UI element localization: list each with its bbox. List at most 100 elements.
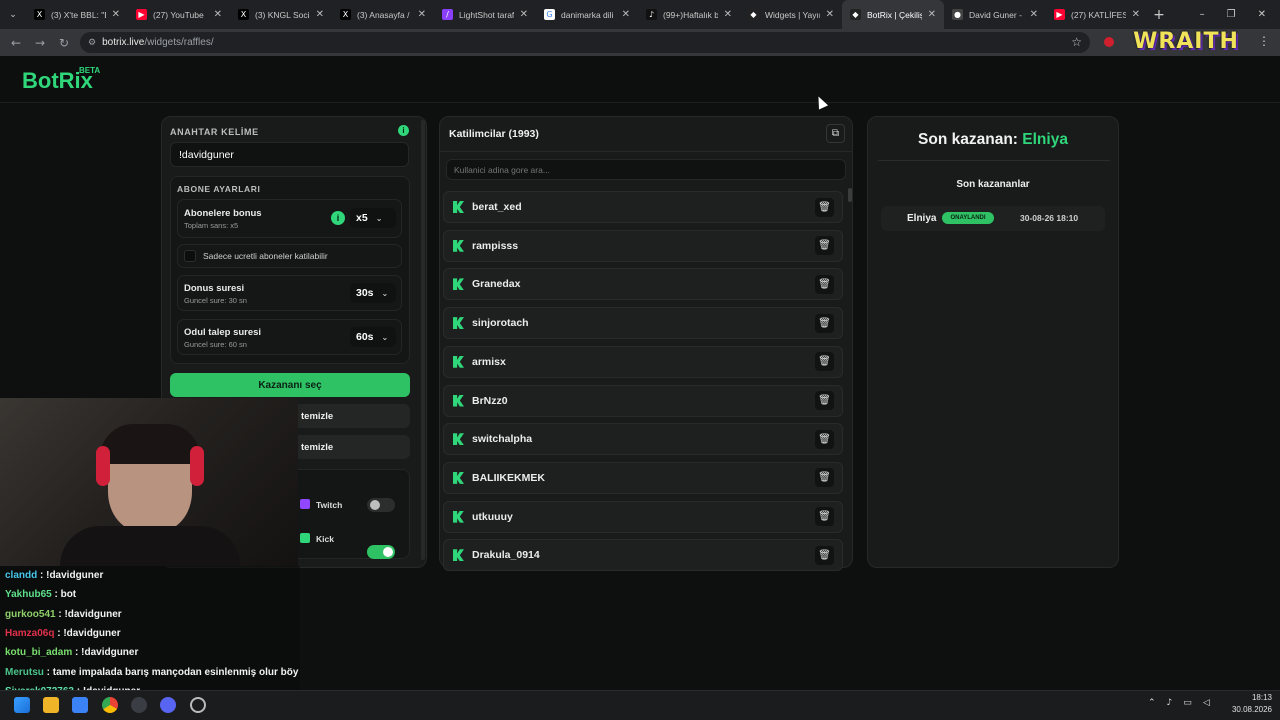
new-tab-button[interactable]: + <box>1148 7 1170 23</box>
trash-icon[interactable]: 🗑 <box>815 352 834 372</box>
steam-icon[interactable] <box>190 697 206 713</box>
sub-bonus-info-icon[interactable]: i <box>331 211 345 225</box>
participant-name: sinjorotach <box>472 317 529 330</box>
site-info-icon[interactable]: ⚙ <box>88 38 96 48</box>
winner-entry-name: Elniya <box>907 213 937 224</box>
microphone-icon[interactable]: ♪ <box>1167 698 1173 708</box>
chat-username: Yakhub65 <box>5 589 52 601</box>
chat-message: clandd : !davidguner <box>5 570 103 581</box>
tab-close-icon[interactable]: ✕ <box>1132 9 1140 20</box>
tab-close-icon[interactable]: ✕ <box>724 9 732 20</box>
browser-tab[interactable]: ● David Guner - ✕ <box>944 0 1046 29</box>
store-icon[interactable] <box>72 697 88 713</box>
back-icon[interactable]: ← <box>6 36 26 50</box>
url-path: /widgets/raffles/ <box>144 37 214 48</box>
trash-icon[interactable]: 🗑 <box>815 545 834 565</box>
trash-icon[interactable]: 🗑 <box>815 274 834 294</box>
claim-duration-value: 60s <box>356 331 374 343</box>
bookmark-star-icon[interactable]: ☆ <box>1071 35 1082 49</box>
participant-scrollbar[interactable] <box>848 188 852 202</box>
browser-tab-label: (27) YouTube <box>153 9 204 20</box>
maximize-icon[interactable]: ❐ <box>1227 9 1236 20</box>
tab-close-icon[interactable]: ✕ <box>112 9 120 20</box>
trash-icon[interactable]: 🗑 <box>815 236 834 256</box>
browser-tab[interactable]: / LightShot taraf ✕ <box>434 0 536 29</box>
close-window-icon[interactable]: ✕ <box>1258 9 1266 20</box>
tray-chevron-up-icon[interactable]: ⌃ <box>1148 698 1156 708</box>
webcam-overlay <box>0 398 298 566</box>
browser-tab[interactable]: X (3) KNGL Social ✕ <box>230 0 332 29</box>
chrome-icon[interactable] <box>102 697 118 713</box>
browser-tab[interactable]: Gdanimarka dili ✕ <box>536 0 638 29</box>
kick-icon <box>453 201 464 213</box>
tab-close-icon[interactable]: ✕ <box>826 9 834 20</box>
headset-left <box>96 446 110 486</box>
chat-text: : !davidguner <box>54 627 121 639</box>
clock-time[interactable]: 18:13 <box>1232 693 1272 702</box>
network-icon[interactable]: ▭ <box>1183 698 1192 708</box>
trash-icon[interactable]: 🗑 <box>815 391 834 410</box>
kick-icon <box>453 433 464 446</box>
kick-icon <box>453 355 464 368</box>
keyword-info-icon[interactable]: i <box>398 125 409 136</box>
browser-menu-icon[interactable]: ⋮ <box>1258 34 1270 48</box>
tab-close-icon[interactable]: ✕ <box>418 9 426 20</box>
browser-tab[interactable]: ◆ BotRix | Çekiliş ✕ <box>842 0 944 29</box>
feather-icon: / <box>442 9 453 20</box>
chat-text: : !davidguner <box>55 608 122 620</box>
kick-toggle[interactable] <box>367 545 395 559</box>
forward-icon[interactable]: → <box>30 36 50 50</box>
browser-tab[interactable]: ▶ (27) YouTube ✕ <box>128 0 230 29</box>
participant-row: utkuuuy 🗑 <box>443 500 843 533</box>
spin-duration-subtitle: Guncel sure: 30 sn <box>184 296 247 305</box>
sub-bonus-subtitle: Toplam sans: x5 <box>184 221 239 230</box>
file-explorer-icon[interactable] <box>43 697 59 713</box>
streamer-body <box>60 526 240 566</box>
url-input[interactable]: ⚙ botrix.live/widgets/raffles/ ☆ <box>80 32 1090 53</box>
claim-duration-dropdown[interactable]: 60s ⌄ <box>350 327 396 347</box>
kick-icon <box>300 533 310 543</box>
participant-search-input[interactable] <box>446 159 846 180</box>
tab-close-icon[interactable]: ✕ <box>1030 9 1038 20</box>
discord-icon[interactable] <box>160 697 176 713</box>
tab-close-icon[interactable]: ✕ <box>622 9 630 20</box>
winner-entry-date: 30-08-26 18:10 <box>1020 213 1079 223</box>
settings-scrollbar[interactable] <box>421 120 425 560</box>
browser-tab[interactable]: X (3) Anasayfa / X ✕ <box>332 0 434 29</box>
tab-search-icon[interactable]: ⌄ <box>0 10 26 20</box>
reload-icon[interactable]: ↻ <box>54 36 74 50</box>
trash-icon[interactable]: 🗑 <box>815 507 834 527</box>
tab-close-icon[interactable]: ✕ <box>928 9 936 20</box>
twitch-toggle[interactable] <box>367 498 395 512</box>
pick-winner-button[interactable]: Kazananı seç <box>170 373 410 397</box>
trash-icon[interactable]: 🗑 <box>815 468 834 488</box>
kick-icon <box>453 317 464 330</box>
clock-date[interactable]: 30.08.2026 <box>1222 705 1272 714</box>
tab-close-icon[interactable]: ✕ <box>214 9 222 20</box>
trash-icon[interactable]: 🗑 <box>815 197 834 217</box>
kick-icon <box>453 394 464 407</box>
browser-tab[interactable]: ◆ Widgets | Yayın ✕ <box>740 0 842 29</box>
sub-bonus-dropdown[interactable]: x5 ⌄ <box>350 208 396 228</box>
browser-tab[interactable]: X (3) X'te BBL: "B ✕ <box>26 0 128 29</box>
trash-icon[interactable]: 🗑 <box>815 313 834 333</box>
browser-tab-label: Widgets | Yayın <box>765 9 820 20</box>
keyword-input[interactable]: !davidguner <box>170 142 409 167</box>
extension-record-icon[interactable] <box>1104 37 1114 47</box>
participant-name: armisx <box>472 355 506 368</box>
twitch-icon <box>300 499 310 509</box>
copy-icon[interactable]: ⧉ <box>826 124 845 143</box>
windows-start-icon[interactable] <box>14 697 30 713</box>
paid-only-checkbox[interactable] <box>184 250 196 262</box>
browser-tab[interactable]: ♪ (99+)Haftalık b ✕ <box>638 0 740 29</box>
chat-username: gurkoo541 <box>5 608 56 620</box>
claim-duration-subtitle: Guncel sure: 60 sn <box>184 340 247 349</box>
spin-duration-dropdown[interactable]: 30s ⌄ <box>350 283 396 303</box>
obs-icon[interactable] <box>131 697 147 713</box>
tab-close-icon[interactable]: ✕ <box>316 9 324 20</box>
tab-close-icon[interactable]: ✕ <box>520 9 528 20</box>
trash-icon[interactable]: 🗑 <box>815 429 834 449</box>
volume-icon[interactable]: ◁ <box>1203 698 1210 708</box>
minimize-icon[interactable]: – <box>1200 9 1205 20</box>
participant-name: rampisss <box>472 239 519 252</box>
